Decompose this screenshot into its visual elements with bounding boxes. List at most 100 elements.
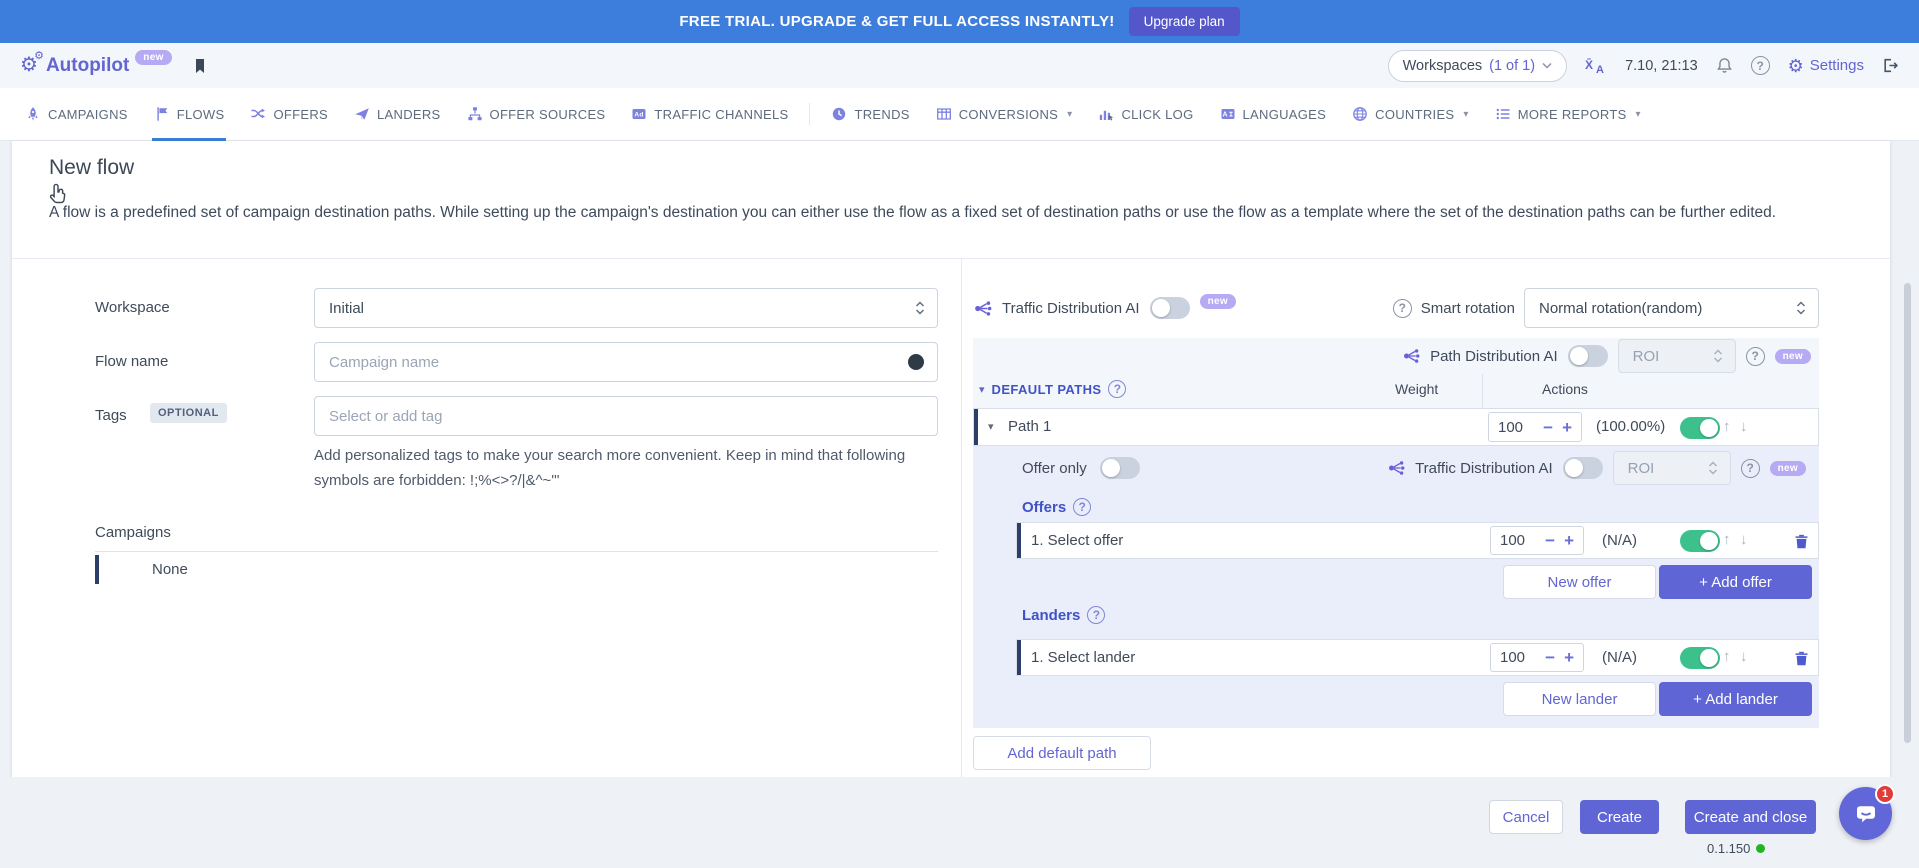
path-enabled-toggle[interactable] [1680,417,1720,439]
move-up-icon[interactable]: ↑ [1723,531,1731,548]
offers-title: Offers [1022,499,1066,516]
nav-item-flows[interactable]: FLOWS [141,88,238,140]
nav-item-offers[interactable]: OFFERS [237,88,341,140]
campaigns-label: Campaigns [95,524,171,541]
path-weight-value[interactable]: 100 [1498,419,1534,436]
tags-input[interactable] [314,396,938,436]
trash-icon[interactable] [1793,649,1810,667]
path-ai-toggle[interactable] [1568,345,1608,367]
lander-weight-percent: (N/A) [1602,649,1637,666]
nav-item-campaigns[interactable]: CAMPAIGNS [12,88,141,140]
vertical-scrollbar[interactable] [1904,283,1911,743]
weight-column-header: Weight [1395,381,1438,397]
offer-enabled-toggle[interactable] [1680,530,1720,552]
nav-item-languages[interactable]: A LANGUAGES [1207,88,1340,140]
offer-row-label[interactable]: 1. Select offer [1031,532,1123,549]
minus-icon[interactable]: − [1545,649,1555,666]
gear-icon: ⚙ [1788,57,1804,75]
chat-widget-button[interactable]: 1 [1839,787,1892,840]
help-icon[interactable]: ? [1741,459,1760,478]
help-icon[interactable]: ? [1746,347,1765,366]
move-down-icon[interactable]: ↓ [1740,648,1748,665]
add-lander-button[interactable]: + Add lander [1659,682,1812,716]
move-up-icon[interactable]: ↑ [1723,418,1731,435]
workspace-value: Initial [329,300,364,317]
offer-row: 1. Select offer 100 − + (N/A) ↑ ↓ [1016,522,1819,559]
offers-section-header: Offers ? [1022,498,1091,516]
countries-icon [1352,106,1368,122]
color-picker-dot[interactable] [908,354,924,370]
help-icon[interactable]: ? [1108,380,1126,398]
translate-icon[interactable]: X̄ A [1585,56,1607,76]
offer-only-toggle[interactable] [1100,457,1140,479]
nav-item-offer-sources[interactable]: OFFER SOURCES [454,88,619,140]
upgrade-plan-button[interactable]: Upgrade plan [1129,7,1240,36]
roi-value: ROI [1633,348,1660,365]
help-icon[interactable]: ? [1393,299,1412,318]
trash-icon[interactable] [1793,532,1810,550]
path-traffic-ai-toggle[interactable] [1563,457,1603,479]
bell-icon[interactable] [1716,57,1733,74]
plus-icon[interactable]: + [1564,649,1574,666]
nav-item-click-log[interactable]: CLICK LOG [1085,88,1206,140]
move-up-icon[interactable]: ↑ [1723,648,1731,665]
lander-weight-value[interactable]: 100 [1500,649,1536,666]
default-paths-header[interactable]: ▾ DEFAULT PATHS ? [979,380,1126,398]
workspaces-selector[interactable]: Workspaces (1 of 1) [1388,50,1567,82]
add-default-path-button[interactable]: Add default path [973,736,1151,770]
lander-enabled-toggle[interactable] [1680,647,1720,669]
path-ai-metric-select[interactable]: ROI [1618,339,1736,373]
path-details-block: Offer only Traffic Distribution AI ROI ?… [973,446,1819,728]
help-icon[interactable]: ? [1073,498,1091,516]
plus-icon[interactable]: + [1564,532,1574,549]
new-badge: new [1200,294,1236,309]
sign-out-icon[interactable] [1882,57,1899,74]
lander-row-label[interactable]: 1. Select lander [1031,649,1135,666]
nav-item-traffic-channels[interactable]: Ad TRAFFIC CHANNELS [618,88,801,140]
campaign-item-bar [95,555,99,584]
flow-name-input[interactable] [314,342,938,382]
optional-badge: OPTIONAL [150,403,227,423]
nav-item-more-reports[interactable]: MORE REPORTS ▾ [1482,88,1654,140]
help-icon[interactable]: ? [1751,56,1770,75]
new-offer-button[interactable]: New offer [1503,565,1656,599]
help-icon[interactable]: ? [1087,606,1105,624]
path-ai-label: Path Distribution AI [1430,348,1558,365]
move-down-icon[interactable]: ↓ [1740,418,1748,435]
offer-only-row: Offer only Traffic Distribution AI ROI ?… [973,446,1819,490]
nav-label: LANDERS [377,107,441,122]
trial-banner-text: FREE TRIAL. UPGRADE & GET FULL ACCESS IN… [679,13,1114,30]
divider [95,551,938,552]
roi-value: ROI [1628,460,1655,477]
path-traffic-ai-metric-select[interactable]: ROI [1613,451,1731,485]
brand-name: Autopilot [46,55,129,77]
settings-link[interactable]: ⚙ Settings [1788,57,1864,75]
actions-column-header: Actions [1542,381,1588,397]
nav-item-landers[interactable]: LANDERS [341,88,454,140]
traffic-ai-toggle[interactable] [1150,297,1190,319]
divider [12,258,1890,259]
add-offer-button[interactable]: + Add offer [1659,565,1812,599]
bookmark-icon[interactable] [192,57,208,75]
brand[interactable]: ⚙⚙ Autopilot new [20,55,174,77]
plus-icon[interactable]: + [1562,419,1572,436]
gears-icon: ⚙⚙ [20,55,38,75]
create-button[interactable]: Create [1580,800,1659,834]
minus-icon[interactable]: − [1545,532,1555,549]
create-and-close-button[interactable]: Create and close [1685,800,1816,834]
nav-item-trends[interactable]: TRENDS [818,88,922,140]
cancel-button[interactable]: Cancel [1489,800,1563,834]
nav-item-countries[interactable]: COUNTRIES ▾ [1339,88,1482,140]
chevron-down-icon: ▾ [1067,109,1072,120]
datetime-label: 7.10, 21:13 [1625,58,1698,74]
new-lander-button[interactable]: New lander [1503,682,1656,716]
nav-item-conversions[interactable]: CONVERSIONS ▾ [923,88,1086,140]
minus-icon[interactable]: − [1543,419,1553,436]
move-down-icon[interactable]: ↓ [1740,531,1748,548]
workspace-select[interactable]: Initial [314,288,938,328]
smart-rotation-select[interactable]: Normal rotation(random) [1524,288,1819,328]
settings-label: Settings [1810,57,1864,74]
chevron-down-icon[interactable]: ▾ [988,420,994,433]
offer-weight-value[interactable]: 100 [1500,532,1536,549]
path-traffic-ai-label: Traffic Distribution AI [1415,460,1553,477]
